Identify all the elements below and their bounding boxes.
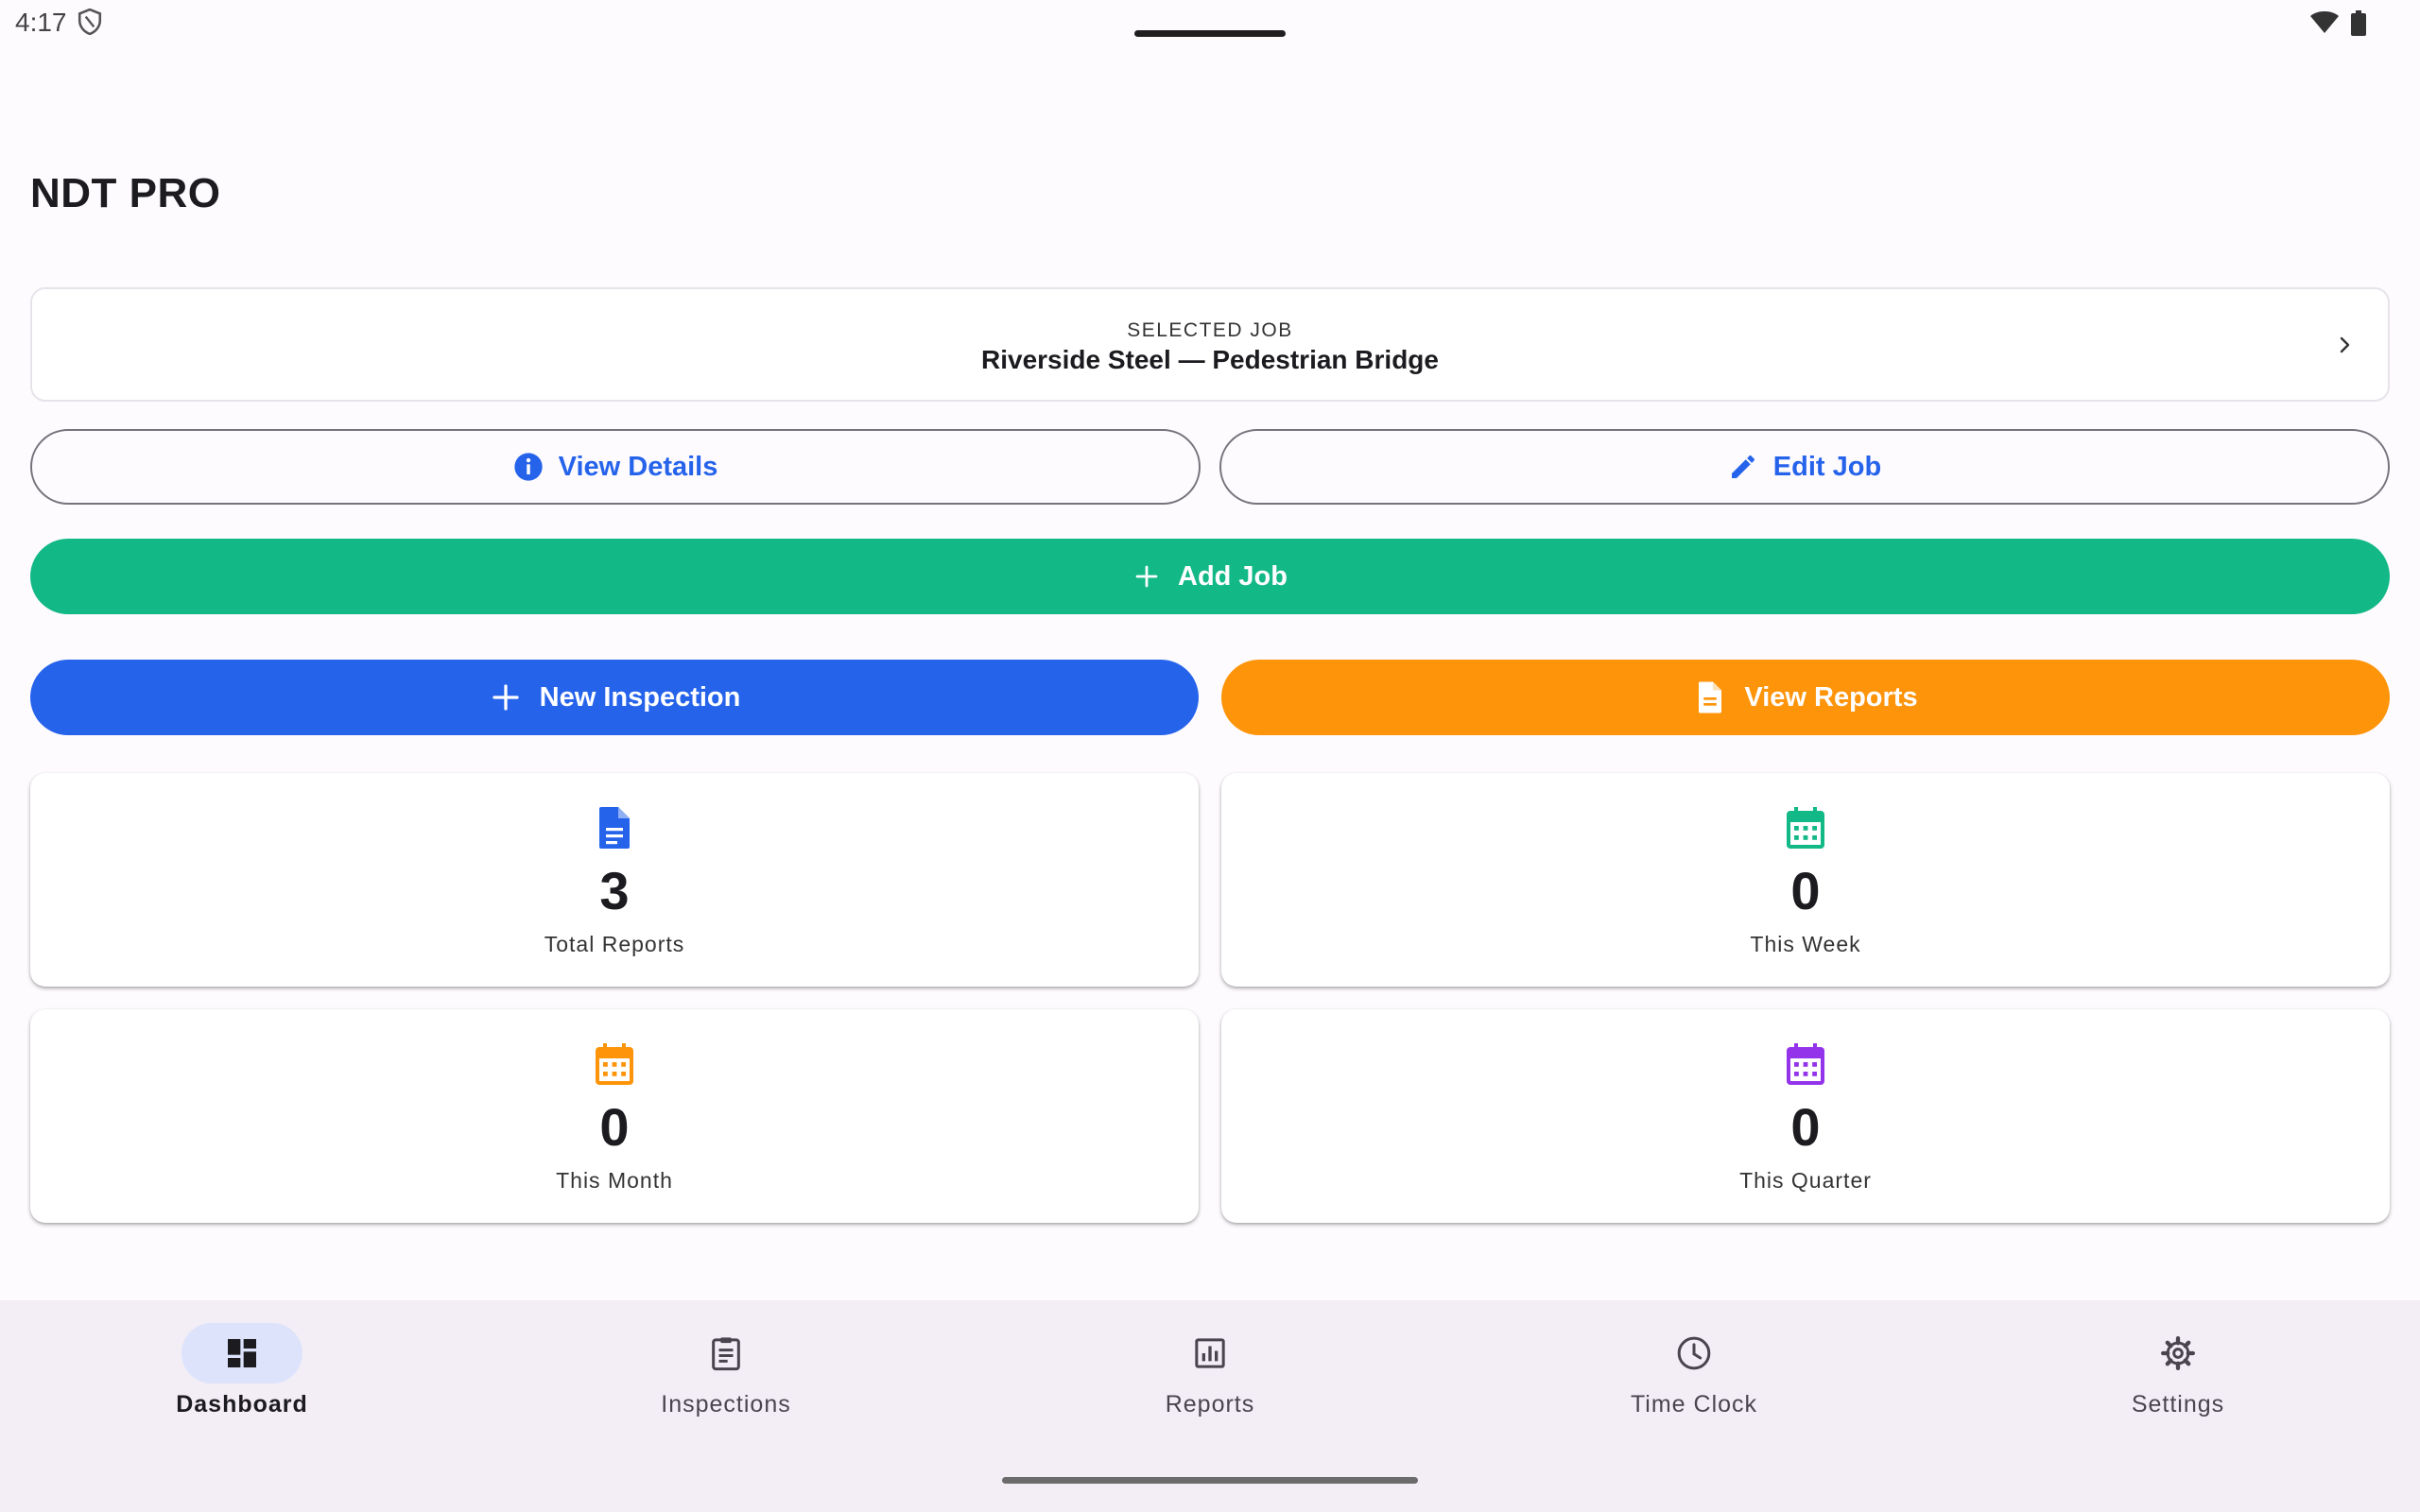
status-time: 4:17 <box>15 8 67 37</box>
stat-label: Total Reports <box>544 932 685 956</box>
add-job-button[interactable]: Add Job <box>30 539 2390 614</box>
view-details-label: View Details <box>558 451 718 482</box>
clipboard-icon <box>712 1337 740 1371</box>
bar-chart-icon <box>1195 1338 1225 1368</box>
wifi-icon <box>2310 11 2339 33</box>
nav-label: Dashboard <box>176 1391 308 1418</box>
nav-item-inspections[interactable]: Inspections <box>484 1300 968 1512</box>
add-job-label: Add Job <box>1178 560 1288 592</box>
status-bar: 4:17 <box>0 0 2420 47</box>
page-title: NDT PRO <box>30 170 221 216</box>
dashboard-screen: 4:17 NDT PRO SELECTED JOB Riverside Stee… <box>0 0 2420 1512</box>
view-reports-button[interactable]: View Reports <box>1221 660 2390 735</box>
stat-value: 0 <box>1790 861 1821 920</box>
stat-label: This Week <box>1750 932 1861 956</box>
chevron-right-icon <box>2340 336 2350 353</box>
calendar-icon <box>596 1043 633 1085</box>
view-details-button[interactable]: View Details <box>30 429 1201 505</box>
nav-label: Reports <box>1165 1391 1255 1418</box>
plus-icon <box>1135 565 1158 588</box>
nav-item-time-clock[interactable]: Time Clock <box>1452 1300 1936 1512</box>
document-icon <box>599 807 630 849</box>
shield-icon <box>78 9 102 35</box>
selected-job-caption: SELECTED JOB <box>1127 319 1293 341</box>
nav-label: Time Clock <box>1630 1391 1758 1418</box>
nav-item-settings[interactable]: Settings <box>1936 1300 2420 1512</box>
calendar-icon <box>1787 807 1824 849</box>
pencil-icon <box>1731 455 1754 478</box>
stat-card-this-quarter: 0 This Quarter <box>1221 1009 2390 1223</box>
info-icon <box>513 453 543 481</box>
stat-card-total-reports: 3 Total Reports <box>30 773 1199 987</box>
stat-card-this-week: 0 This Week <box>1221 773 2390 987</box>
dashboard-icon <box>228 1339 256 1367</box>
view-reports-label: View Reports <box>1744 681 1918 713</box>
nav-item-dashboard[interactable]: Dashboard <box>0 1300 484 1512</box>
gear-icon <box>2161 1336 2195 1370</box>
stat-label: This Quarter <box>1739 1168 1872 1193</box>
stat-value: 3 <box>599 861 630 920</box>
stat-label: This Month <box>556 1168 673 1193</box>
new-inspection-button[interactable]: New Inspection <box>30 660 1199 735</box>
battery-icon <box>2351 10 2366 36</box>
document-icon <box>1699 681 1722 713</box>
selected-job-card[interactable]: SELECTED JOB Riverside Steel — Pedestria… <box>30 287 2390 402</box>
stat-value: 0 <box>599 1097 630 1157</box>
edit-job-button[interactable]: Edit Job <box>1219 429 2390 505</box>
stat-value: 0 <box>1790 1097 1821 1157</box>
plus-icon <box>492 684 519 711</box>
selected-job-name: Riverside Steel — Pedestrian Bridge <box>981 345 1439 374</box>
home-gesture-bar[interactable] <box>1002 1477 1418 1484</box>
calendar-icon <box>1787 1043 1824 1085</box>
new-inspection-label: New Inspection <box>539 681 741 713</box>
stat-card-this-month: 0 This Month <box>30 1009 1199 1223</box>
clock-icon <box>1677 1336 1711 1370</box>
nav-label: Inspections <box>661 1391 791 1418</box>
nav-label: Settings <box>2131 1391 2225 1418</box>
camera-notch-bar <box>1134 30 1286 37</box>
edit-job-label: Edit Job <box>1772 451 1882 482</box>
